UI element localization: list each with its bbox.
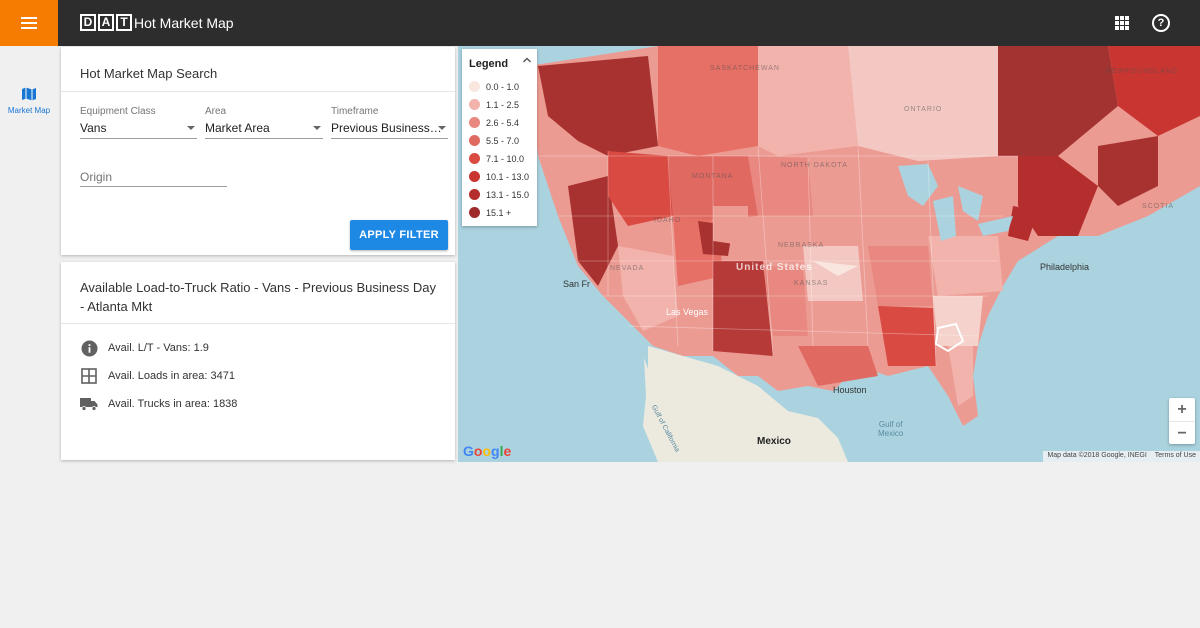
zoom-out-button[interactable]: − (1169, 422, 1195, 445)
map-attribution: Map data ©2018 Google, INEGI Terms of Us… (1043, 451, 1200, 462)
equipment-class-label: Equipment Class (80, 106, 156, 117)
map-label-newfoundland: NEWFOUNDLAND (1106, 68, 1178, 75)
stat-text: Avail. Loads in area: 3471 (108, 370, 235, 382)
area-select[interactable]: Market Area (205, 121, 323, 139)
stat-text: Avail. L/T - Vans: 1.9 (108, 342, 209, 354)
caret-down-icon (187, 126, 195, 130)
help-icon[interactable]: ? (1152, 14, 1170, 32)
hamburger-icon (21, 17, 37, 29)
legend-item: 5.5 - 7.0 (469, 135, 519, 146)
legend-item: 15.1 + (469, 207, 511, 218)
map-label-scotia: SCOTIA (1142, 203, 1175, 210)
legend-swatch (469, 153, 480, 164)
logo-letter: T (116, 14, 132, 31)
logo-letter: D (80, 14, 96, 31)
map-label-north-dakota: NORTH DAKOTA (781, 162, 848, 169)
map-label-philadelphia: Philadelphia (1040, 262, 1090, 272)
timeframe-value: Previous Business… (331, 121, 442, 135)
legend-label: 10.1 - 13.0 (486, 171, 530, 182)
stat-trucks: Avail. Trucks in area: 1838 (80, 395, 237, 413)
map-label-las-vegas: Las Vegas (666, 307, 709, 317)
stat-lt-ratio: Avail. L/T - Vans: 1.9 (80, 339, 209, 357)
legend-label: 7.1 - 10.0 (486, 153, 525, 164)
map-label-united-states: United States (736, 262, 813, 273)
stat-text: Avail. Trucks in area: 1838 (108, 398, 238, 410)
search-card: Hot Market Map Search Equipment Class Va… (61, 47, 455, 255)
timeframe-field: Timeframe Previous Business… (331, 106, 448, 139)
map-data-credit: Map data ©2018 Google, INEGI (1047, 452, 1147, 459)
map-label-gulf-of-mexico: Gulf of Mexico (878, 420, 904, 438)
map-label-kansas: KANSAS (794, 280, 829, 287)
legend-item: 2.6 - 5.4 (469, 117, 519, 128)
legend-label: 5.5 - 7.0 (486, 135, 520, 146)
legend-label: 1.1 - 2.5 (486, 99, 520, 110)
apply-filter-button[interactable]: APPLY FILTER (350, 220, 448, 250)
map-label-san-fr: San Fr (563, 279, 591, 289)
zoom-control: + − (1169, 398, 1195, 444)
dat-logo: D A T (80, 14, 132, 31)
rail-item-label: Market Map (7, 106, 51, 115)
legend-swatch (469, 135, 480, 146)
zoom-in-button[interactable]: + (1169, 398, 1195, 421)
legend-item: 0.0 - 1.0 (469, 81, 519, 92)
legend-item: 10.1 - 13.0 (469, 171, 529, 182)
equipment-class-value: Vans (80, 121, 107, 135)
caret-down-icon (438, 126, 446, 130)
legend-swatch (469, 189, 480, 200)
area-label: Area (205, 106, 227, 117)
divider (61, 91, 455, 92)
top-app-bar: D A T Hot Market Map ? (0, 0, 1200, 46)
map-label-houston: Houston (833, 385, 867, 395)
hot-market-map[interactable]: United States Mexico Gulf of Mexico Gulf… (458, 46, 1200, 462)
info-icon (80, 339, 98, 357)
timeframe-label: Timeframe (331, 106, 379, 117)
app-title: Hot Market Map (134, 15, 234, 31)
divider (61, 323, 455, 324)
stat-loads: Avail. Loads in area: 3471 (80, 367, 235, 385)
rail-item-market-map[interactable]: Market Map (0, 86, 58, 115)
legend-item: 1.1 - 2.5 (469, 99, 519, 110)
map-label-montana: MONTANA (692, 173, 734, 180)
map-legend: Legend 0.0 - 1.0 1.1 - 2.5 2.6 - 5.4 5.5… (462, 49, 537, 226)
origin-input[interactable] (80, 167, 227, 187)
map-base (528, 46, 1200, 462)
terms-of-use-link[interactable]: Terms of Use (1155, 452, 1196, 461)
caret-down-icon (313, 126, 321, 130)
legend-swatch (469, 117, 480, 128)
ratio-info-card: Available Load-to-Truck Ratio - Vans - P… (61, 262, 455, 460)
legend-swatch (469, 99, 480, 110)
chevron-up-icon[interactable] (522, 55, 532, 65)
legend-label: 0.0 - 1.0 (486, 81, 520, 92)
equipment-class-select[interactable]: Vans (80, 121, 197, 139)
map-label-nebraska: NEBRASKA (778, 242, 825, 249)
map-icon (22, 87, 36, 101)
logo-letter: A (98, 14, 114, 31)
legend-item: 13.1 - 15.0 (469, 189, 529, 200)
ratio-info-title: Available Load-to-Truck Ratio - Vans - P… (80, 280, 436, 314)
equipment-class-field: Equipment Class Vans (80, 106, 197, 139)
legend-label: 15.1 + (486, 207, 512, 218)
timeframe-select[interactable]: Previous Business… (331, 121, 448, 139)
truck-icon (80, 395, 98, 413)
map-label-nevada: NEVADA (610, 265, 645, 272)
area-field: Area Market Area (205, 106, 323, 139)
map-label-idaho: IDAHO (654, 217, 682, 224)
legend-swatch (469, 81, 480, 92)
legend-label: 2.6 - 5.4 (486, 117, 520, 128)
map-label-mexico: Mexico (757, 436, 791, 447)
menu-button[interactable] (0, 0, 58, 46)
legend-item: 7.1 - 10.0 (469, 153, 524, 164)
legend-swatch (469, 171, 480, 182)
google-logo[interactable]: Google (463, 443, 511, 459)
legend-label: 13.1 - 15.0 (486, 189, 530, 200)
legend-swatch (469, 207, 480, 218)
map-label-saskatchewan: SASKATCHEWAN (710, 65, 780, 72)
apps-grid-icon[interactable] (1115, 16, 1129, 30)
search-card-title: Hot Market Map Search (80, 66, 218, 81)
grid-icon (80, 367, 98, 385)
area-value: Market Area (205, 121, 270, 135)
map-label-ontario: ONTARIO (904, 106, 943, 113)
